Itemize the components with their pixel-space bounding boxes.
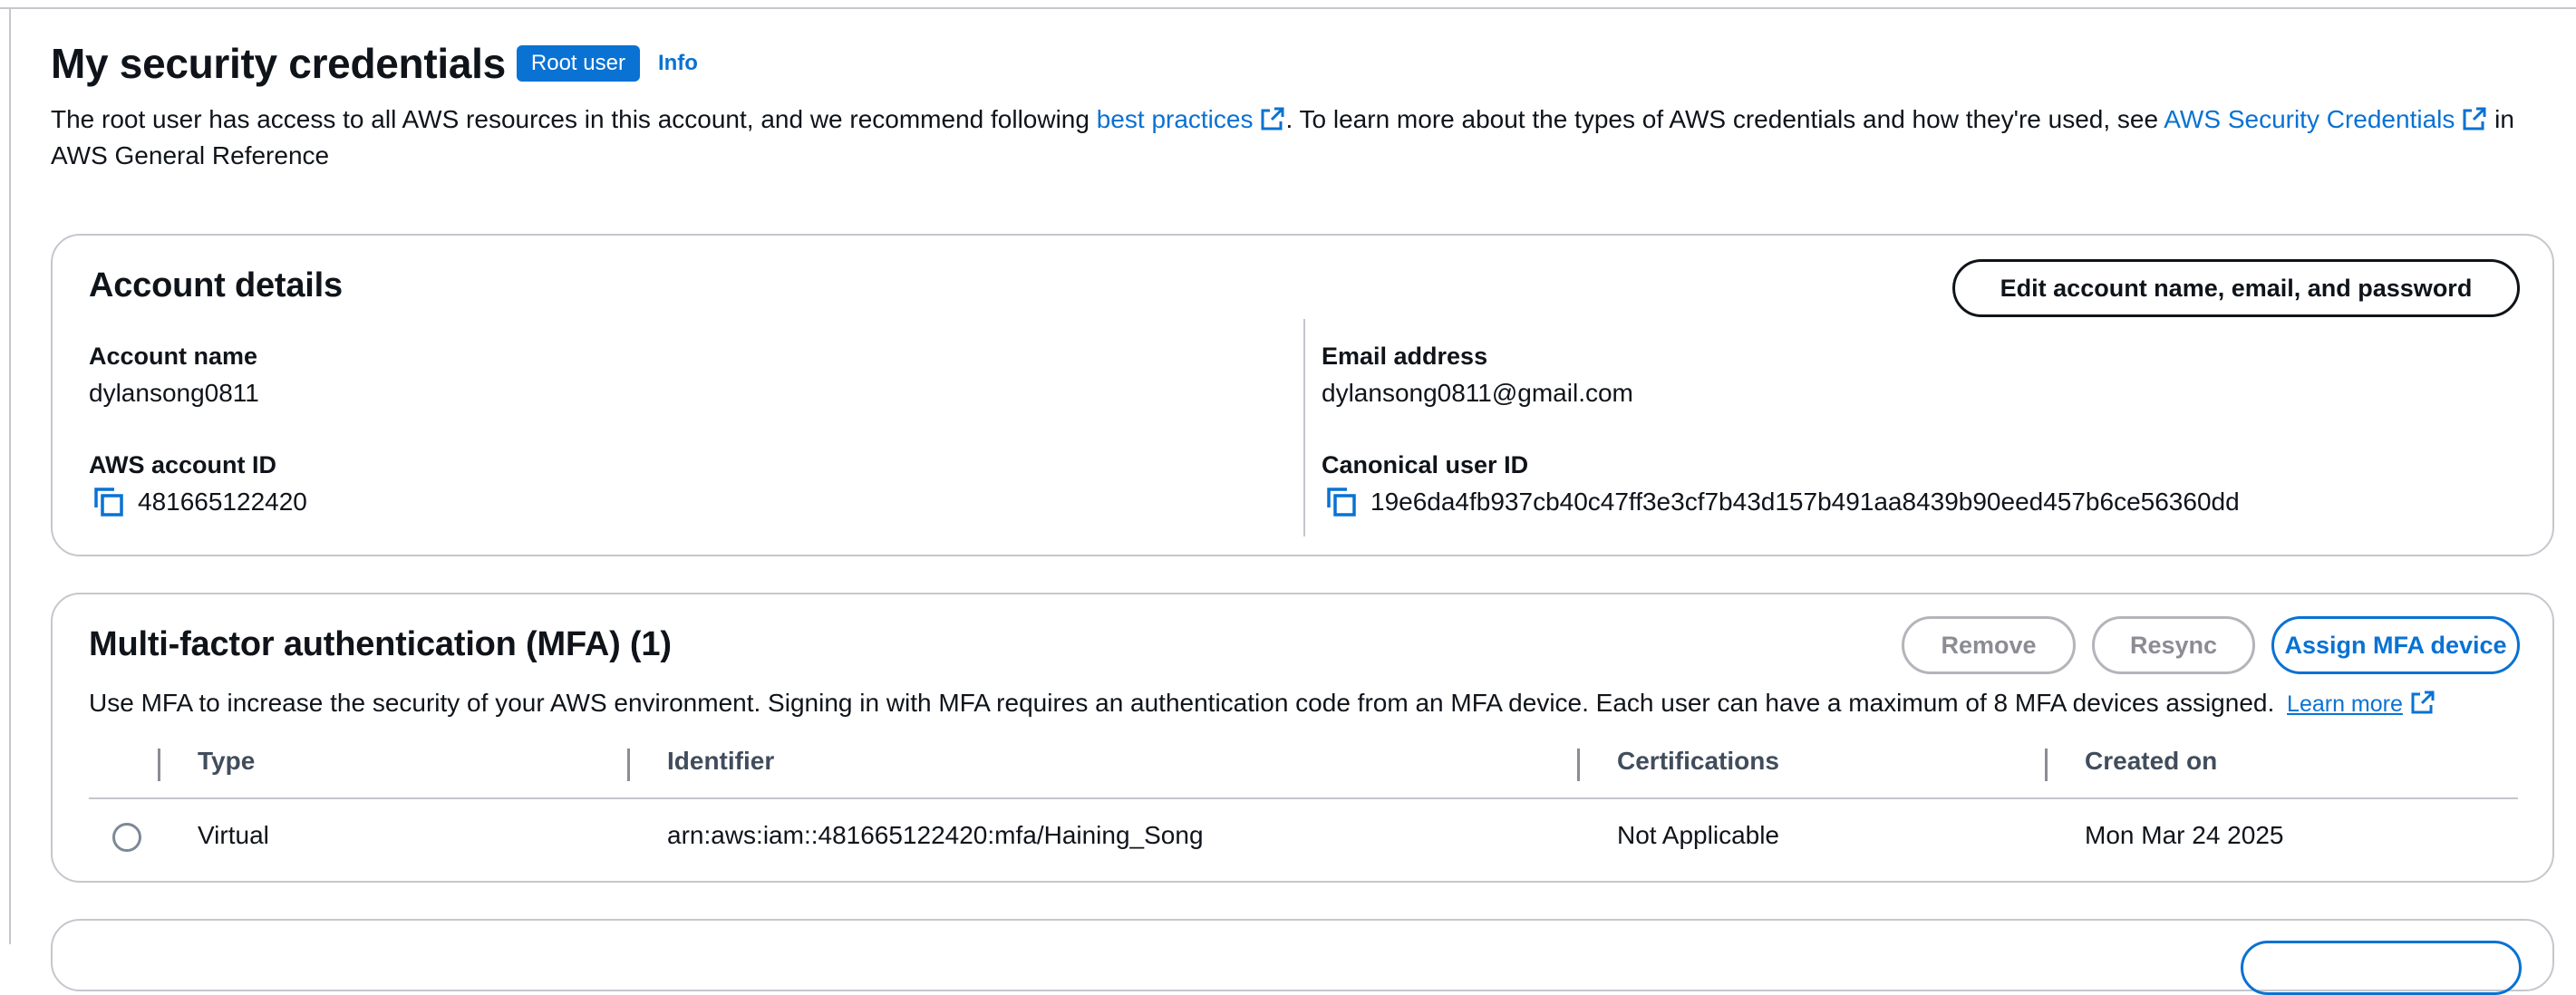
next-card-button-partial[interactable] [2241,941,2522,995]
top-border [0,0,2576,9]
account-name-value: dylansong0811 [89,379,259,407]
column-separator [158,749,160,781]
next-card-partial [51,919,2554,995]
account-id-value: 481665122420 [138,488,307,516]
copy-icon[interactable] [1325,486,1358,518]
description-text-2: . To learn more about the types of AWS c… [1285,105,2164,133]
copy-icon[interactable] [92,486,125,518]
external-link-icon[interactable] [1260,106,1285,131]
mfa-title: Multi-factor authentication (MFA) (1) [89,625,672,663]
mfa-card: Multi-factor authentication (MFA) (1) Re… [51,593,2554,883]
external-link-icon[interactable] [2462,106,2487,131]
page-description: The root user has access to all AWS reso… [51,101,2552,174]
account-name-label: Account name [89,343,258,370]
description-text-1: The root user has access to all AWS reso… [51,105,1097,133]
edit-account-button[interactable]: Edit account name, email, and password [1952,259,2520,317]
page-title: My security credentials [51,40,506,87]
external-link-icon[interactable] [2410,690,2436,715]
column-header-certifications[interactable]: Certifications [1617,747,1779,776]
learn-more-link[interactable]: Learn more [2287,691,2403,717]
column-header-created-on[interactable]: Created on [2085,747,2217,776]
account-details-title: Account details [89,266,343,304]
column-header-identifier[interactable]: Identifier [667,747,774,776]
best-practices-link[interactable]: best practices [1097,105,1254,133]
cell-type: Virtual [198,821,269,849]
email-value: dylansong0811@gmail.com [1322,379,1633,407]
account-details-card: Account details Edit account name, email… [51,234,2554,556]
info-link[interactable]: Info [658,51,698,76]
table-header-divider [89,797,2518,799]
mfa-description: Use MFA to increase the security of your… [89,685,2436,722]
left-border [9,9,11,944]
aws-security-credentials-link[interactable]: AWS Security Credentials [2164,105,2455,133]
cell-identifier: arn:aws:iam::481665122420:mfa/Haining_So… [667,821,1204,849]
column-separator [2045,749,2048,781]
remove-button[interactable]: Remove [1902,616,2076,674]
cell-certifications: Not Applicable [1617,821,1780,849]
title-row: My security credentials Root user Info [51,34,2552,92]
column-header-type[interactable]: Type [198,747,255,776]
page-header: My security credentials Root user Info T… [51,34,2552,174]
root-user-badge: Root user [516,45,640,82]
account-id-row: 481665122420 [92,486,307,518]
account-id-label: AWS account ID [89,451,277,478]
column-divider [1303,319,1305,536]
canonical-id-value: 19e6da4fb937cb40c47ff3e3cf7b43d157b491aa… [1370,488,2240,516]
column-separator [1577,749,1580,781]
cell-created-on: Mon Mar 24 2025 [2085,821,2284,849]
email-label: Email address [1322,343,1488,370]
column-separator [627,749,630,781]
row-select-radio[interactable] [112,823,141,852]
resync-button[interactable]: Resync [2092,616,2255,674]
canonical-id-row: 19e6da4fb937cb40c47ff3e3cf7b43d157b491aa… [1325,486,2240,518]
canonical-id-label: Canonical user ID [1322,451,1529,478]
mfa-description-text: Use MFA to increase the security of your… [89,689,2275,717]
assign-mfa-device-button[interactable]: Assign MFA device [2271,616,2520,674]
